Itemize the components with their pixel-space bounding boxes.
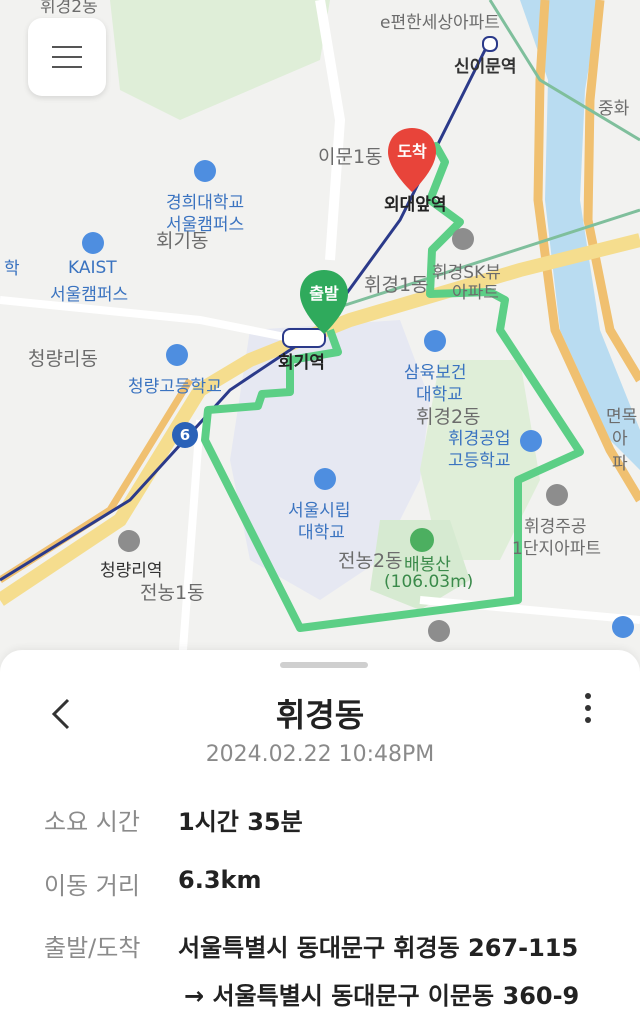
building-pin-icon bbox=[452, 228, 474, 250]
school-pin-icon bbox=[82, 232, 104, 254]
map-label: 회기역 bbox=[278, 353, 325, 373]
map-label: 청량고등학교 bbox=[128, 377, 222, 397]
building-pin-icon bbox=[546, 484, 568, 506]
map-label: 회기동 bbox=[156, 230, 209, 252]
hamburger-menu-icon bbox=[52, 66, 82, 68]
end-marker-label: 도착 bbox=[397, 142, 427, 161]
map-label: e편한세상아파트 bbox=[380, 13, 500, 33]
school-pin-icon bbox=[612, 616, 634, 638]
school-pin-icon bbox=[424, 330, 446, 352]
distance-value: 6.3km bbox=[178, 866, 262, 894]
duration-value: 1시간 35분 bbox=[178, 808, 303, 836]
school-pin-icon bbox=[194, 160, 216, 182]
end-address: → 서울특별시 동대문구 이문동 360-9 bbox=[184, 982, 580, 1010]
start-address: 서울특별시 동대문구 휘경동 267-115 bbox=[178, 934, 579, 962]
bottom-sheet: 휘경동 2024.02.22 10:48PM 소요 시간 1시간 35분 이동 … bbox=[0, 650, 640, 1026]
building-pin-icon bbox=[428, 620, 450, 642]
map-label: 학 bbox=[4, 259, 20, 279]
map-label: 아파트 bbox=[452, 283, 499, 303]
map-label: 전농2동 bbox=[338, 550, 403, 572]
map-label: 전농1동 bbox=[140, 582, 205, 604]
map-label: 아파 bbox=[612, 429, 628, 474]
start-marker-label: 출발 bbox=[309, 284, 339, 303]
subway-station-icon bbox=[482, 36, 498, 52]
more-options-button[interactable] bbox=[572, 688, 604, 728]
mountain-pin-icon bbox=[410, 528, 434, 552]
map-label: 신이문역 bbox=[454, 57, 517, 77]
record-datetime: 2024.02.22 10:48PM bbox=[205, 742, 435, 767]
map-label: 대학교 bbox=[298, 523, 345, 543]
map-label: (106.03m) bbox=[384, 572, 474, 592]
map-label: 휘경2동 bbox=[40, 0, 98, 17]
duration-label: 소요 시간 bbox=[44, 808, 140, 836]
map-label: 휘경1동 bbox=[364, 274, 429, 296]
train-station-icon bbox=[118, 530, 140, 552]
map-label: 서울캠퍼스 bbox=[50, 285, 129, 305]
map-label: 청량리동 bbox=[28, 348, 98, 370]
start-marker[interactable]: 출발 bbox=[298, 268, 350, 338]
map-label: 이문1동 bbox=[318, 146, 383, 168]
school-pin-icon bbox=[314, 468, 336, 490]
map-label: KAIST bbox=[68, 258, 117, 278]
menu-button[interactable] bbox=[28, 18, 106, 96]
end-marker[interactable]: 도착 bbox=[386, 126, 438, 196]
distance-label: 이동 거리 bbox=[44, 872, 140, 900]
hamburger-menu-icon bbox=[52, 46, 82, 48]
school-pin-icon bbox=[520, 430, 542, 452]
hamburger-menu-icon bbox=[52, 56, 82, 58]
more-vertical-icon bbox=[585, 693, 591, 723]
route-label: 출발/도착 bbox=[44, 934, 141, 962]
page-title: 휘경동 bbox=[275, 696, 365, 734]
map-view[interactable]: 휘경2동 e편한세상아파트 신이문역 중화 이문1동 경희대학교 서울캠퍼스 회… bbox=[0, 0, 640, 690]
sheet-drag-handle[interactable] bbox=[280, 662, 368, 668]
map-label: 중화 bbox=[598, 99, 630, 119]
map-label: 1단지아파트 bbox=[512, 539, 602, 559]
route-number-badge: 6 bbox=[172, 422, 198, 448]
school-pin-icon bbox=[166, 344, 188, 366]
map-label: 고등학교 bbox=[448, 451, 511, 471]
